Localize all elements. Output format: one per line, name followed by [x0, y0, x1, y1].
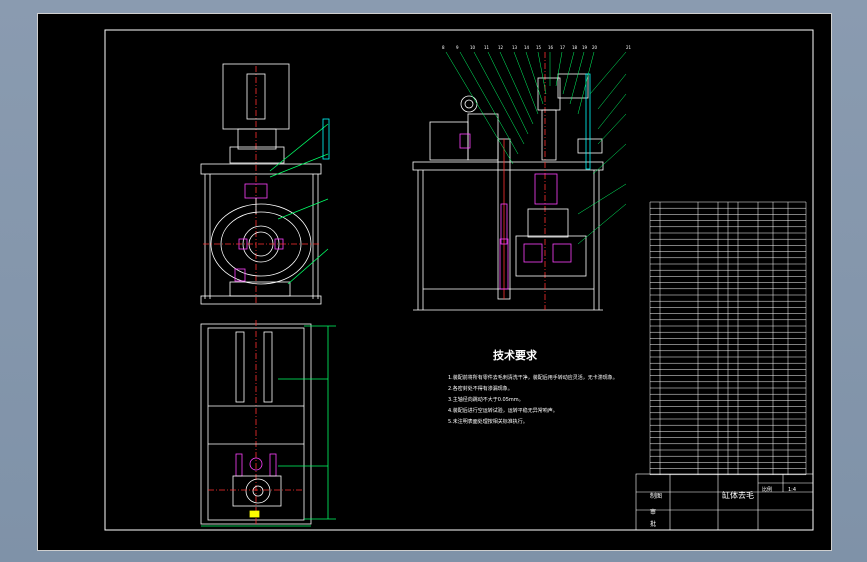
- parts-list-table: [649, 201, 807, 476]
- tech-req-line: 5.未注明表面处理按相关标准执行。: [448, 418, 528, 425]
- svg-text:15: 15: [536, 45, 542, 50]
- svg-text:10: 10: [470, 45, 476, 50]
- checked-label: 审: [650, 508, 656, 516]
- drawing-border: [104, 29, 814, 531]
- tech-requirements: 技术要求 1.装配前将所有零件去毛刺清洗干净，装配后用手转动应灵活，无卡滞现象。…: [448, 348, 618, 425]
- drawing-name: 缸体去毛: [722, 490, 754, 500]
- svg-text:17: 17: [560, 45, 566, 50]
- tech-requirements-title: 技术要求: [493, 348, 538, 362]
- svg-text:11: 11: [484, 45, 490, 50]
- svg-text:13: 13: [512, 45, 518, 50]
- top-view: [200, 320, 336, 527]
- side-view: 8 9 10 11 12 13 14 15 16 17 18 19 20 21: [412, 45, 632, 311]
- scale-label: 比例: [762, 486, 772, 493]
- cad-viewport[interactable]: 8 9 10 11 12 13 14 15 16 17 18 19 20 21 技术要求 1.…: [37, 13, 832, 551]
- cad-drawing-canvas: 8 9 10 11 12 13 14 15 16 17 18 19 20 21 技术要求 1.…: [104, 29, 814, 531]
- svg-text:20: 20: [592, 45, 598, 50]
- approved-label: 批: [650, 520, 656, 528]
- svg-text:9: 9: [456, 45, 459, 50]
- front-view: [200, 63, 330, 305]
- svg-text:21: 21: [626, 45, 632, 50]
- scale-value: 1:4: [788, 487, 796, 493]
- svg-text:18: 18: [572, 45, 578, 50]
- designed-label: 制图: [650, 492, 662, 500]
- tech-req-line: 3.主轴径向跳动不大于0.05mm。: [448, 396, 524, 403]
- title-block: [635, 473, 814, 531]
- tech-req-line: 2.各密封处不得有渗漏现象。: [448, 385, 513, 392]
- svg-text:16: 16: [548, 45, 554, 50]
- tech-req-line: 4.装配后进行空运转试验，运转平稳无异常响声。: [448, 407, 558, 414]
- svg-text:12: 12: [498, 45, 504, 50]
- svg-text:8: 8: [442, 45, 445, 50]
- svg-text:14: 14: [524, 45, 530, 50]
- tech-req-line: 1.装配前将所有零件去毛刺清洗干净，装配后用手转动应灵活，无卡滞现象。: [448, 374, 618, 381]
- svg-text:19: 19: [582, 45, 588, 50]
